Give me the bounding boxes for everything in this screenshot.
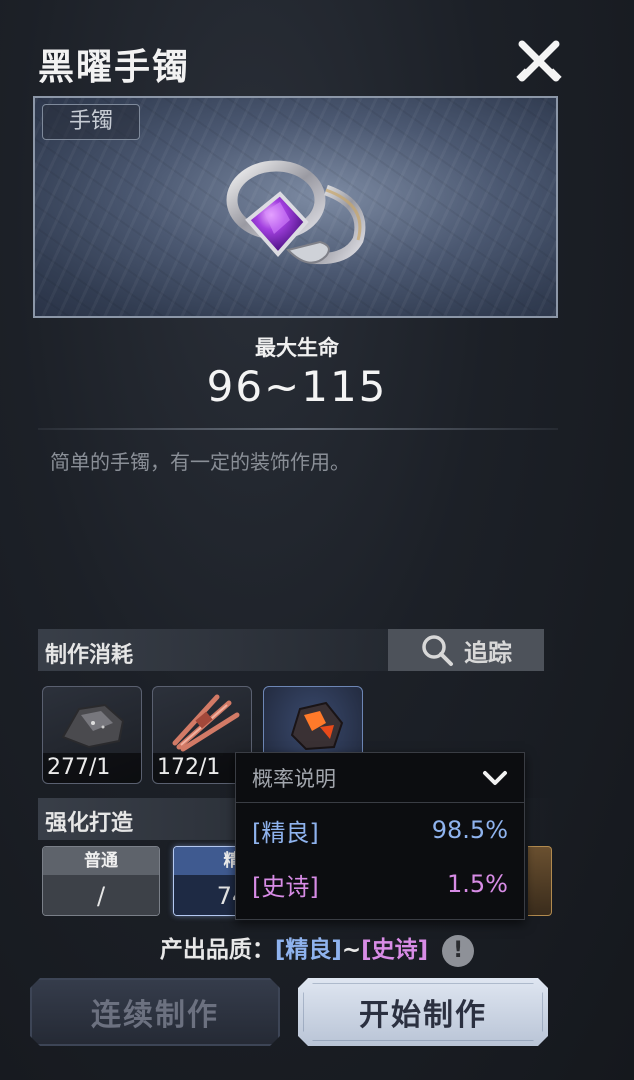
probability-row-fine: [精良] 98.5% [236,803,524,857]
track-button[interactable]: 追踪 [388,629,544,671]
search-icon [422,635,453,666]
enhance-option-normal[interactable]: 普通 / [42,846,160,916]
divider [38,428,558,430]
materials-section-title: 制作消耗 [45,643,134,668]
continuous-craft-button[interactable]: 连续制作 [30,978,280,1046]
probability-popup-title: 概率说明 [252,766,336,791]
probability-row-epic: [史诗] 1.5% [236,857,524,911]
probability-rate: 1.5% [447,870,508,898]
chevron-down-icon[interactable] [482,769,508,787]
probability-quality: [史诗] [252,872,319,901]
probability-popup-header[interactable]: 概率说明 [236,753,524,803]
item-title: 黑曜手镯 [38,47,191,88]
info-icon[interactable]: ! [442,934,475,967]
close-icon[interactable] [512,34,566,88]
probability-popup: 概率说明 [精良] 98.5% [史诗] 1.5% [235,752,525,920]
material-slot-1[interactable]: 277/1 [42,686,142,784]
molten-ore-icon [290,701,344,751]
item-description: 简单的手镯，有一定的装饰作用。 [50,450,350,474]
material-count: 277/1 [43,753,141,783]
output-quality: 产出品质：[精良]~[史诗]! [0,930,634,967]
probability-quality: [精良] [252,818,319,847]
stat-label: 最大生命 [255,336,339,360]
output-quality-low: [精良] [274,937,342,963]
track-label: 追踪 [464,638,512,667]
output-quality-prefix: 产出品质： [159,937,275,963]
output-quality-high: [史诗] [361,937,429,963]
stat-value: 96~115 [206,362,388,411]
enhance-section-title: 强化打造 [45,811,134,836]
enhance-option-value: / [43,875,159,915]
start-craft-button[interactable]: 开始制作 [298,978,548,1046]
item-type-tag: 手镯 [42,104,140,140]
output-quality-sep: ~ [341,937,362,963]
bracelet-image [226,160,366,265]
probability-rate: 98.5% [431,816,508,844]
rock-ore-icon [61,703,125,749]
red-fiber-bundle-icon [172,694,240,752]
enhance-option-label: 普通 [43,847,159,875]
enhance-option-epic-partial[interactable] [528,846,552,916]
